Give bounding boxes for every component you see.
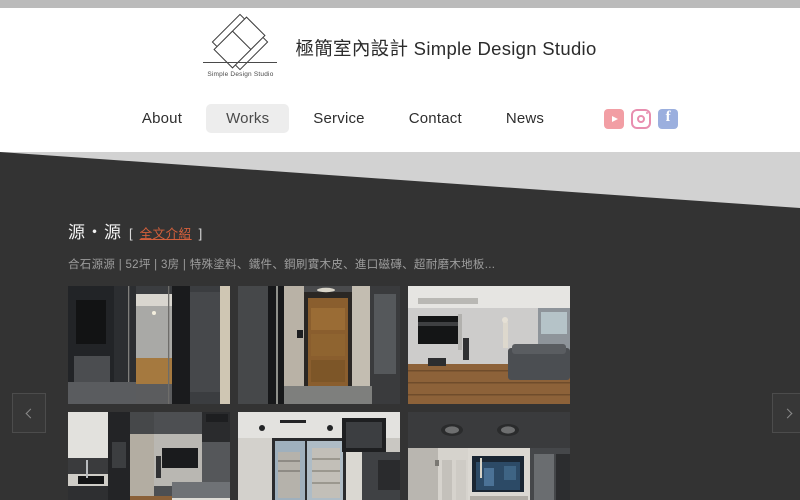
logo-caption: Simple Design Studio [207,71,274,78]
bracket-close: ] [198,226,203,241]
studio-logo-icon[interactable]: Simple Design Studio [203,13,278,79]
nav-item-service[interactable]: Service [293,104,384,133]
thumb-image-entry-door [238,286,400,404]
site-title: 極簡室內設計 Simple Design Studio [295,38,597,59]
instagram-icon[interactable] [631,108,652,129]
thumb-image-living-room [408,286,570,404]
brand-block[interactable]: Simple Design Studio 極簡室內設計 Simple Desig… [0,13,800,79]
thumb-image-dining-window [238,412,400,500]
logo-divider-rule [203,62,278,63]
nav-item-contact[interactable]: Contact [389,104,482,133]
nav-item-works[interactable]: Works [206,104,290,133]
chevron-left-icon [25,408,36,418]
gallery-thumbnail[interactable] [68,286,230,404]
instagram-dot-icon [645,111,649,114]
gallery-thumbnail[interactable] [68,412,230,500]
facebook-icon[interactable]: f [658,108,679,129]
chevron-right-icon [782,408,793,418]
nav-item-news[interactable]: News [486,104,564,133]
youtube-icon[interactable] [604,108,625,129]
project-header: 源・源 [ 全文介紹 ] 合石源源 | 52坪 | 3房 | 特殊塗料、鐵件、鋼… [68,218,495,272]
works-section: 源・源 [ 全文介紹 ] 合石源源 | 52坪 | 3房 | 特殊塗料、鐵件、鋼… [0,208,800,500]
nav-item-about[interactable]: About [122,104,202,133]
instagram-lens-icon [637,114,646,123]
thumb-image-ceiling-downlights [408,412,570,500]
full-article-link[interactable]: 全文介紹 [140,223,192,242]
main-navigation: About Works Service Contact News f [0,104,800,133]
nav-links: About Works Service Contact News [122,104,564,133]
project-title-row: 源・源 [ 全文介紹 ] [68,218,495,243]
carousel-prev-button[interactable] [12,393,46,433]
browser-top-strip [0,0,800,8]
project-gallery [68,286,733,500]
gallery-thumbnail[interactable] [408,286,570,404]
thumb-image-kitchen-island [68,412,230,500]
gallery-thumbnail[interactable] [238,412,400,500]
play-triangle-icon [612,115,619,122]
site-header: Simple Design Studio 極簡室內設計 Simple Desig… [0,8,800,152]
carousel-next-button[interactable] [772,393,800,433]
social-links: f [604,108,679,129]
gallery-thumbnail[interactable] [238,286,400,404]
thumb-image-hallway [68,286,230,404]
gallery-thumbnail[interactable] [408,412,570,500]
project-title: 源・源 [68,223,122,242]
project-meta: 合石源源 | 52坪 | 3房 | 特殊塗料、鐵件、鋼刷實木皮、進口磁磚、超耐磨… [68,259,496,271]
bracket-open: [ [129,226,133,241]
